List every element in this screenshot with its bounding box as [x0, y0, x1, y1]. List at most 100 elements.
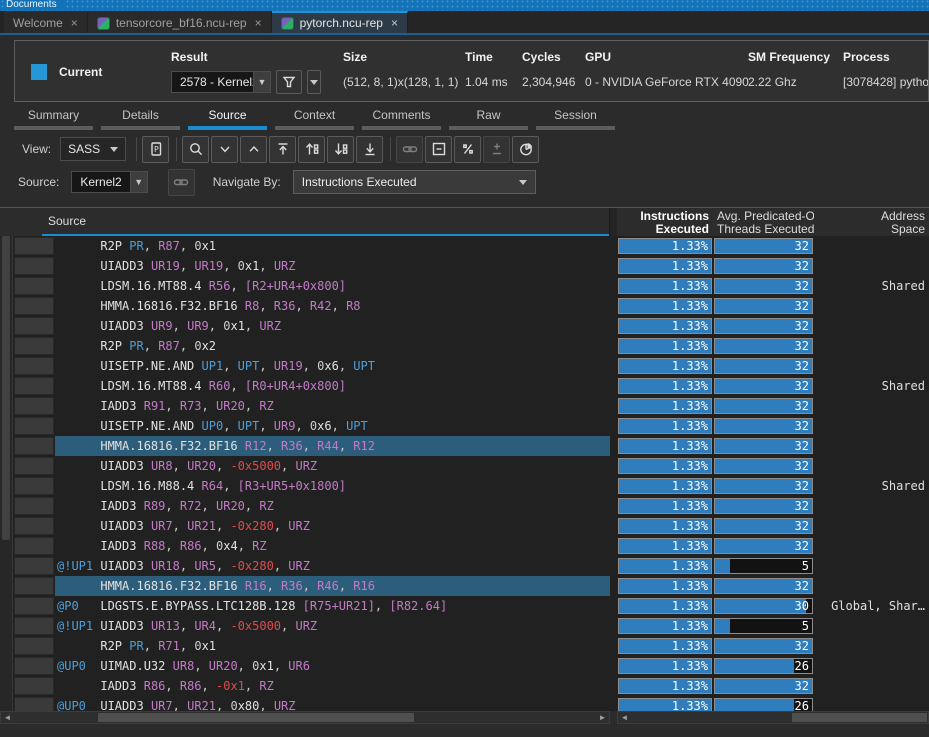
vertical-scrollbar-thumb[interactable]: [2, 236, 10, 540]
source-line[interactable]: @P0 LDGSTS.E.BYPASS.LTC128B.128 [R75+UR2…: [55, 596, 610, 616]
source-line[interactable]: HMMA.16816.F32.BF16 R8, R36, R42, R8: [55, 296, 610, 316]
scroll-to-bottom-button[interactable]: [356, 136, 383, 163]
scrollbar-thumb[interactable]: [98, 713, 414, 722]
chevron-down-icon: ▼: [130, 172, 147, 192]
table-row[interactable]: R2P PR, R71, 0x11.33%32: [0, 636, 929, 656]
table-row[interactable]: IADD3 R86, R86, -0x1, RZ1.33%32: [0, 676, 929, 696]
scroll-right-arrow-icon[interactable]: ►: [596, 712, 609, 723]
table-row[interactable]: R2P PR, R87, 0x11.33%32: [0, 236, 929, 256]
scroll-left-arrow-icon[interactable]: ◄: [618, 712, 631, 723]
find-button[interactable]: [182, 136, 209, 163]
source-line[interactable]: IADD3 R89, R72, UR20, RZ: [55, 496, 610, 516]
navigate-by-select[interactable]: Instructions Executed: [293, 170, 536, 194]
table-row[interactable]: IADD3 R88, R86, 0x4, RZ1.33%32: [0, 536, 929, 556]
source-line[interactable]: UIADD3 UR19, UR19, 0x1, URZ: [55, 256, 610, 276]
source-line[interactable]: @UP0 UIMAD.U32 UR8, UR20, 0x1, UR6: [55, 656, 610, 676]
source-line[interactable]: HMMA.16816.F32.BF16 R16, R36, R46, R16: [55, 576, 610, 596]
find-next-button[interactable]: [211, 136, 238, 163]
table-row[interactable]: LDSM.16.M88.4 R64, [R3+UR5+0x1800]1.33%3…: [0, 476, 929, 496]
table-row[interactable]: UIADD3 UR9, UR9, 0x1, URZ1.33%32: [0, 316, 929, 336]
previous-hotspot-button[interactable]: [298, 136, 325, 163]
source-line[interactable]: HMMA.16816.F32.BF16 R12, R36, R44, R12: [55, 436, 610, 456]
source-line[interactable]: IADD3 R86, R86, -0x1, RZ: [55, 676, 610, 696]
column-header-instructions-executed[interactable]: InstructionsExecuted: [617, 208, 713, 236]
source-line[interactable]: IADD3 R88, R86, 0x4, RZ: [55, 536, 610, 556]
expand-collapse-button[interactable]: [483, 136, 510, 163]
table-row[interactable]: LDSM.16.MT88.4 R56, [R2+UR4+0x800]1.33%3…: [0, 276, 929, 296]
close-icon[interactable]: ×: [255, 16, 262, 30]
table-row[interactable]: HMMA.16816.F32.BF16 R8, R36, R42, R8 1.33…: [0, 296, 929, 316]
table-row[interactable]: @!UP1 UIADD3 UR13, UR4, -0x5000, URZ1.33…: [0, 616, 929, 636]
source-line[interactable]: R2P PR, R87, 0x2: [55, 336, 610, 356]
column-header-source[interactable]: Source: [0, 208, 610, 236]
close-icon[interactable]: ×: [391, 16, 398, 30]
table-row[interactable]: UIADD3 UR7, UR21, -0x280, URZ1.33%32: [0, 516, 929, 536]
doc-tab-pytorch-ncu-rep[interactable]: pytorch.ncu-rep×: [272, 11, 408, 33]
source-line[interactable]: UISETP.NE.AND UP1, UPT, UR19, 0x6, UPT: [55, 356, 610, 376]
next-hotspot-button[interactable]: [327, 136, 354, 163]
filter-options-button[interactable]: [307, 70, 321, 94]
field-value: 0 - NVIDIA GeForce RTX 4090: [585, 75, 748, 89]
tab-session[interactable]: Session: [536, 108, 615, 130]
table-row[interactable]: HMMA.16816.F32.BF16 R12, R36, R44, R121.…: [0, 436, 929, 456]
table-row[interactable]: @UP0 UIADD3 UR7, UR21, 0x80, URZ1.33%26: [0, 696, 929, 711]
source-line[interactable]: LDSM.16.MT88.4 R60, [R0+UR4+0x800]: [55, 376, 610, 396]
link-views-button[interactable]: [396, 136, 423, 163]
table-row[interactable]: UIADD3 UR8, UR20, -0x5000, URZ1.33%32: [0, 456, 929, 476]
source-horizontal-scrollbar[interactable]: ◄ ►: [0, 711, 610, 724]
source-line[interactable]: @!UP1 UIADD3 UR18, UR5, -0x280, URZ: [55, 556, 610, 576]
table-row[interactable]: UIADD3 UR19, UR19, 0x1, URZ1.33%32: [0, 256, 929, 276]
table-row[interactable]: IADD3 R91, R73, UR20, RZ1.33%32: [0, 396, 929, 416]
tab-raw[interactable]: Raw: [449, 108, 528, 130]
source-line[interactable]: LDSM.16.MT88.4 R56, [R2+UR4+0x800]: [55, 276, 610, 296]
table-row[interactable]: UISETP.NE.AND UP1, UPT, UR19, 0x6, UPT1.…: [0, 356, 929, 376]
column-header-threads-executed[interactable]: Avg. Predicated-OnThreads Executed: [713, 208, 814, 236]
profiler-report-button[interactable]: P: [142, 136, 169, 163]
source-line[interactable]: UIADD3 UR7, UR21, -0x280, URZ: [55, 516, 610, 536]
doc-tab-welcome[interactable]: Welcome×: [4, 11, 88, 33]
table-row[interactable]: R2P PR, R87, 0x21.33%32: [0, 336, 929, 356]
table-row[interactable]: @P0 LDGSTS.E.BYPASS.LTC128B.128 [R75+UR2…: [0, 596, 929, 616]
table-row[interactable]: IADD3 R89, R72, UR20, RZ1.33%32: [0, 496, 929, 516]
table-row[interactable]: UISETP.NE.AND UP0, UPT, UR9, 0x6, UPT1.3…: [0, 416, 929, 436]
table-row[interactable]: HMMA.16816.F32.BF16 R16, R36, R46, R161.…: [0, 576, 929, 596]
find-previous-button[interactable]: [240, 136, 267, 163]
source-line[interactable]: LDSM.16.M88.4 R64, [R3+UR5+0x1800]: [55, 476, 610, 496]
show-percentages-button[interactable]: [454, 136, 481, 163]
source-line[interactable]: UIADD3 UR9, UR9, 0x1, URZ: [55, 316, 610, 336]
table-row[interactable]: LDSM.16.MT88.4 R60, [R0+UR4+0x800]1.33%3…: [0, 376, 929, 396]
source-line[interactable]: R2P PR, R71, 0x1: [55, 636, 610, 656]
scroll-left-arrow-icon[interactable]: ◄: [1, 712, 14, 723]
threads-executed-cell: 32: [713, 296, 814, 316]
source-line[interactable]: @UP0 UIADD3 UR7, UR21, 0x80, URZ: [55, 696, 610, 711]
report-field-process: Process[3078428] python: [843, 47, 929, 97]
tab-source[interactable]: Source: [188, 108, 267, 130]
view-select[interactable]: SASS: [60, 137, 126, 161]
scroll-to-top-button[interactable]: [269, 136, 296, 163]
table-row[interactable]: @!UP1 UIADD3 UR18, UR5, -0x280, URZ1.33%…: [0, 556, 929, 576]
tab-context[interactable]: Context: [275, 108, 354, 130]
tab-comments[interactable]: Comments: [362, 108, 441, 130]
source-line[interactable]: UIADD3 UR8, UR20, -0x5000, URZ: [55, 456, 610, 476]
result-select[interactable]: 2578 - Kernel2▼: [171, 71, 271, 93]
source-line[interactable]: R2P PR, R87, 0x1: [55, 236, 610, 256]
source-line[interactable]: UISETP.NE.AND UP0, UPT, UR9, 0x6, UPT: [55, 416, 610, 436]
metrics-horizontal-scrollbar[interactable]: ◄: [617, 711, 929, 724]
column-header-address-space[interactable]: AddressSpace: [814, 208, 929, 236]
source-line[interactable]: @!UP1 UIADD3 UR13, UR4, -0x5000, URZ: [55, 616, 610, 636]
tab-details[interactable]: Details: [101, 108, 180, 130]
close-icon[interactable]: ×: [71, 16, 78, 30]
doc-tab-tensorcore-bf16-ncu-rep[interactable]: tensorcore_bf16.ncu-rep×: [88, 11, 272, 33]
filter-button[interactable]: [276, 70, 302, 94]
instructions-executed-value: 1.33%: [672, 299, 708, 313]
link-navigation-button[interactable]: [168, 169, 195, 196]
dock-title-bar[interactable]: Documents: [0, 0, 929, 11]
vertical-scrollbar[interactable]: [0, 236, 13, 711]
source-line[interactable]: IADD3 R91, R73, UR20, RZ: [55, 396, 610, 416]
kernel-select[interactable]: Kernel2 ▼: [71, 171, 147, 193]
table-row[interactable]: @UP0 UIMAD.U32 UR8, UR20, 0x1, UR61.33%2…: [0, 656, 929, 676]
tab-summary[interactable]: Summary: [14, 108, 93, 130]
collapse-view-button[interactable]: [425, 136, 452, 163]
heatmap-toggle-button[interactable]: [512, 136, 539, 163]
scrollbar-thumb[interactable]: [792, 713, 927, 722]
